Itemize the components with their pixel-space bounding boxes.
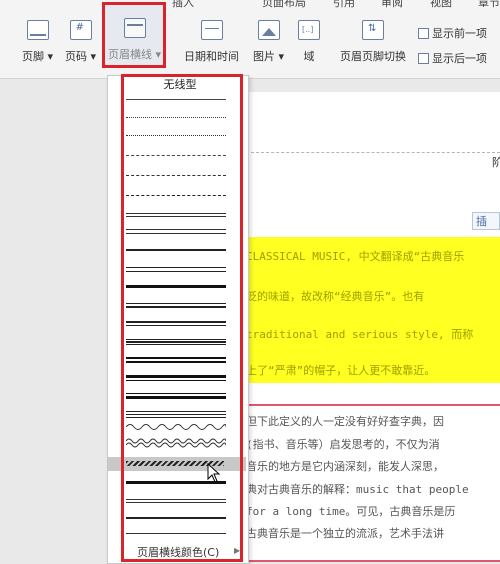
footer-button[interactable]: 页脚 ▾ [22,20,53,68]
box-line-6: 古典音乐是一个独立的流派，艺术手法讲 [246,527,444,540]
line-style-thick-thin[interactable] [124,315,228,329]
line-style-dotted[interactable] [124,111,228,125]
page-number-label: 页码 [65,50,87,63]
show-next-button[interactable]: 显示后一项 [418,50,487,66]
tab-insert[interactable]: 插入 [172,0,194,8]
line-style-heavy-thin[interactable] [124,369,228,383]
header-line-label: 页眉横线 [108,48,152,61]
line-style-thick-medium[interactable] [124,351,228,365]
show-prev-button[interactable]: 显示前一项 [418,25,487,41]
chevron-right-icon: ▶ [234,546,241,555]
line-style-double-medium[interactable] [124,261,228,275]
footer-label: 页脚 [22,50,44,63]
line-style-solid-medium[interactable] [124,243,228,257]
page-number-button[interactable]: # 页码 ▾ [65,20,96,68]
calendar-icon [200,20,223,40]
line-style-triple-thin[interactable] [124,223,228,237]
header-line-button[interactable]: 页眉横线 ▾ [108,18,161,66]
header-footer-switch-button[interactable]: ⇅ 页眉页脚切换 [340,20,406,68]
no-line-option[interactable]: 无线型 [130,76,230,92]
switch-label: 页眉页脚切换 [340,50,406,63]
header-line-icon [123,18,146,38]
picture-button[interactable]: 图片 ▾ [253,20,284,68]
line-style-single-thin[interactable] [124,93,228,107]
show-prev-icon [418,27,429,39]
picture-icon [257,20,280,40]
line-style-dashed[interactable] [124,149,228,163]
box-line-2: (指书、音乐等）启发思考的，不仅为消 [246,438,440,451]
header-line-color-option[interactable]: 页眉横线颜色(C) [137,544,219,560]
line-style-double-2[interactable] [124,493,228,507]
field-label: 域 [303,50,315,63]
show-next-icon [418,52,429,64]
yellow-line-4: 上了“严肃”的帽子，让人更不敢靠近。 [246,364,436,377]
line-style-thin-thick-thin[interactable] [124,333,228,347]
header-text: 阶 [492,156,500,169]
page-number-icon: # [69,20,92,40]
ribbon-tab-strip: 插入 页面布局 引用 审阅 视图 章节 [0,0,500,8]
insert-button[interactable]: 插 [472,212,500,230]
line-style-thin-heavy[interactable] [124,387,228,401]
yellow-line-1: CLASSICAL MUSIC, 中文翻译成“古典音乐 [246,250,465,263]
line-style-dotted-dense[interactable] [124,129,228,143]
show-next-label: 显示后一项 [432,52,487,65]
line-style-double-thin[interactable] [124,207,228,221]
box-line-4: 典对古典音乐的解释：music that people [246,483,469,496]
line-style-thin-thick[interactable] [124,297,228,311]
mouse-cursor-icon [207,463,221,483]
line-style-long-dash[interactable] [124,169,228,183]
switch-icon: ⇅ [362,20,384,40]
line-style-thick[interactable] [124,279,228,293]
ribbon: 插入 页面布局 引用 审阅 视图 章节 页脚 ▾ # 页码 ▾ 页眉横线 ▾ 日… [0,0,500,79]
field-icon: [..] [298,20,320,40]
line-style-dash-dot[interactable] [124,189,228,203]
yellow-line-2: 贬的味道，故改称“经典音乐”。也有 [246,290,425,303]
tab-review[interactable]: 审阅 [381,0,403,8]
yellow-line-3: traditional and serious style, 而称 [246,328,474,341]
line-style-solid-2[interactable] [124,511,228,525]
line-style-thin-2[interactable] [124,527,228,541]
line-style-double-wave[interactable] [124,437,228,451]
header-boundary [246,152,500,153]
box-line-3: 音乐的地方是它内涵深刻，能发人深思， [246,460,444,473]
line-style-triple-medium[interactable] [124,405,228,419]
tab-view[interactable]: 视图 [430,0,452,8]
datetime-label: 日期和时间 [184,50,239,63]
line-style-hatched[interactable] [107,457,246,471]
show-prev-label: 显示前一项 [432,27,487,40]
footer-icon [26,20,49,40]
line-style-wave[interactable] [124,420,228,434]
datetime-button[interactable]: 日期和时间 [184,20,239,68]
tab-page-layout[interactable]: 页面布局 [262,0,306,8]
wave-line-icon [126,424,226,430]
picture-label: 图片 [253,50,275,63]
field-button[interactable]: [..] 域 [298,20,320,68]
double-wave-line-icon [126,438,226,448]
insert-label: 插 [476,215,487,228]
box-line-1: 但下此定义的人一定没有好好查字典，因 [246,415,444,428]
box-line-5: for a long time。可见，古典音乐是历 [246,505,456,518]
tab-chapter[interactable]: 章节 [478,0,500,8]
tab-reference[interactable]: 引用 [333,0,355,8]
